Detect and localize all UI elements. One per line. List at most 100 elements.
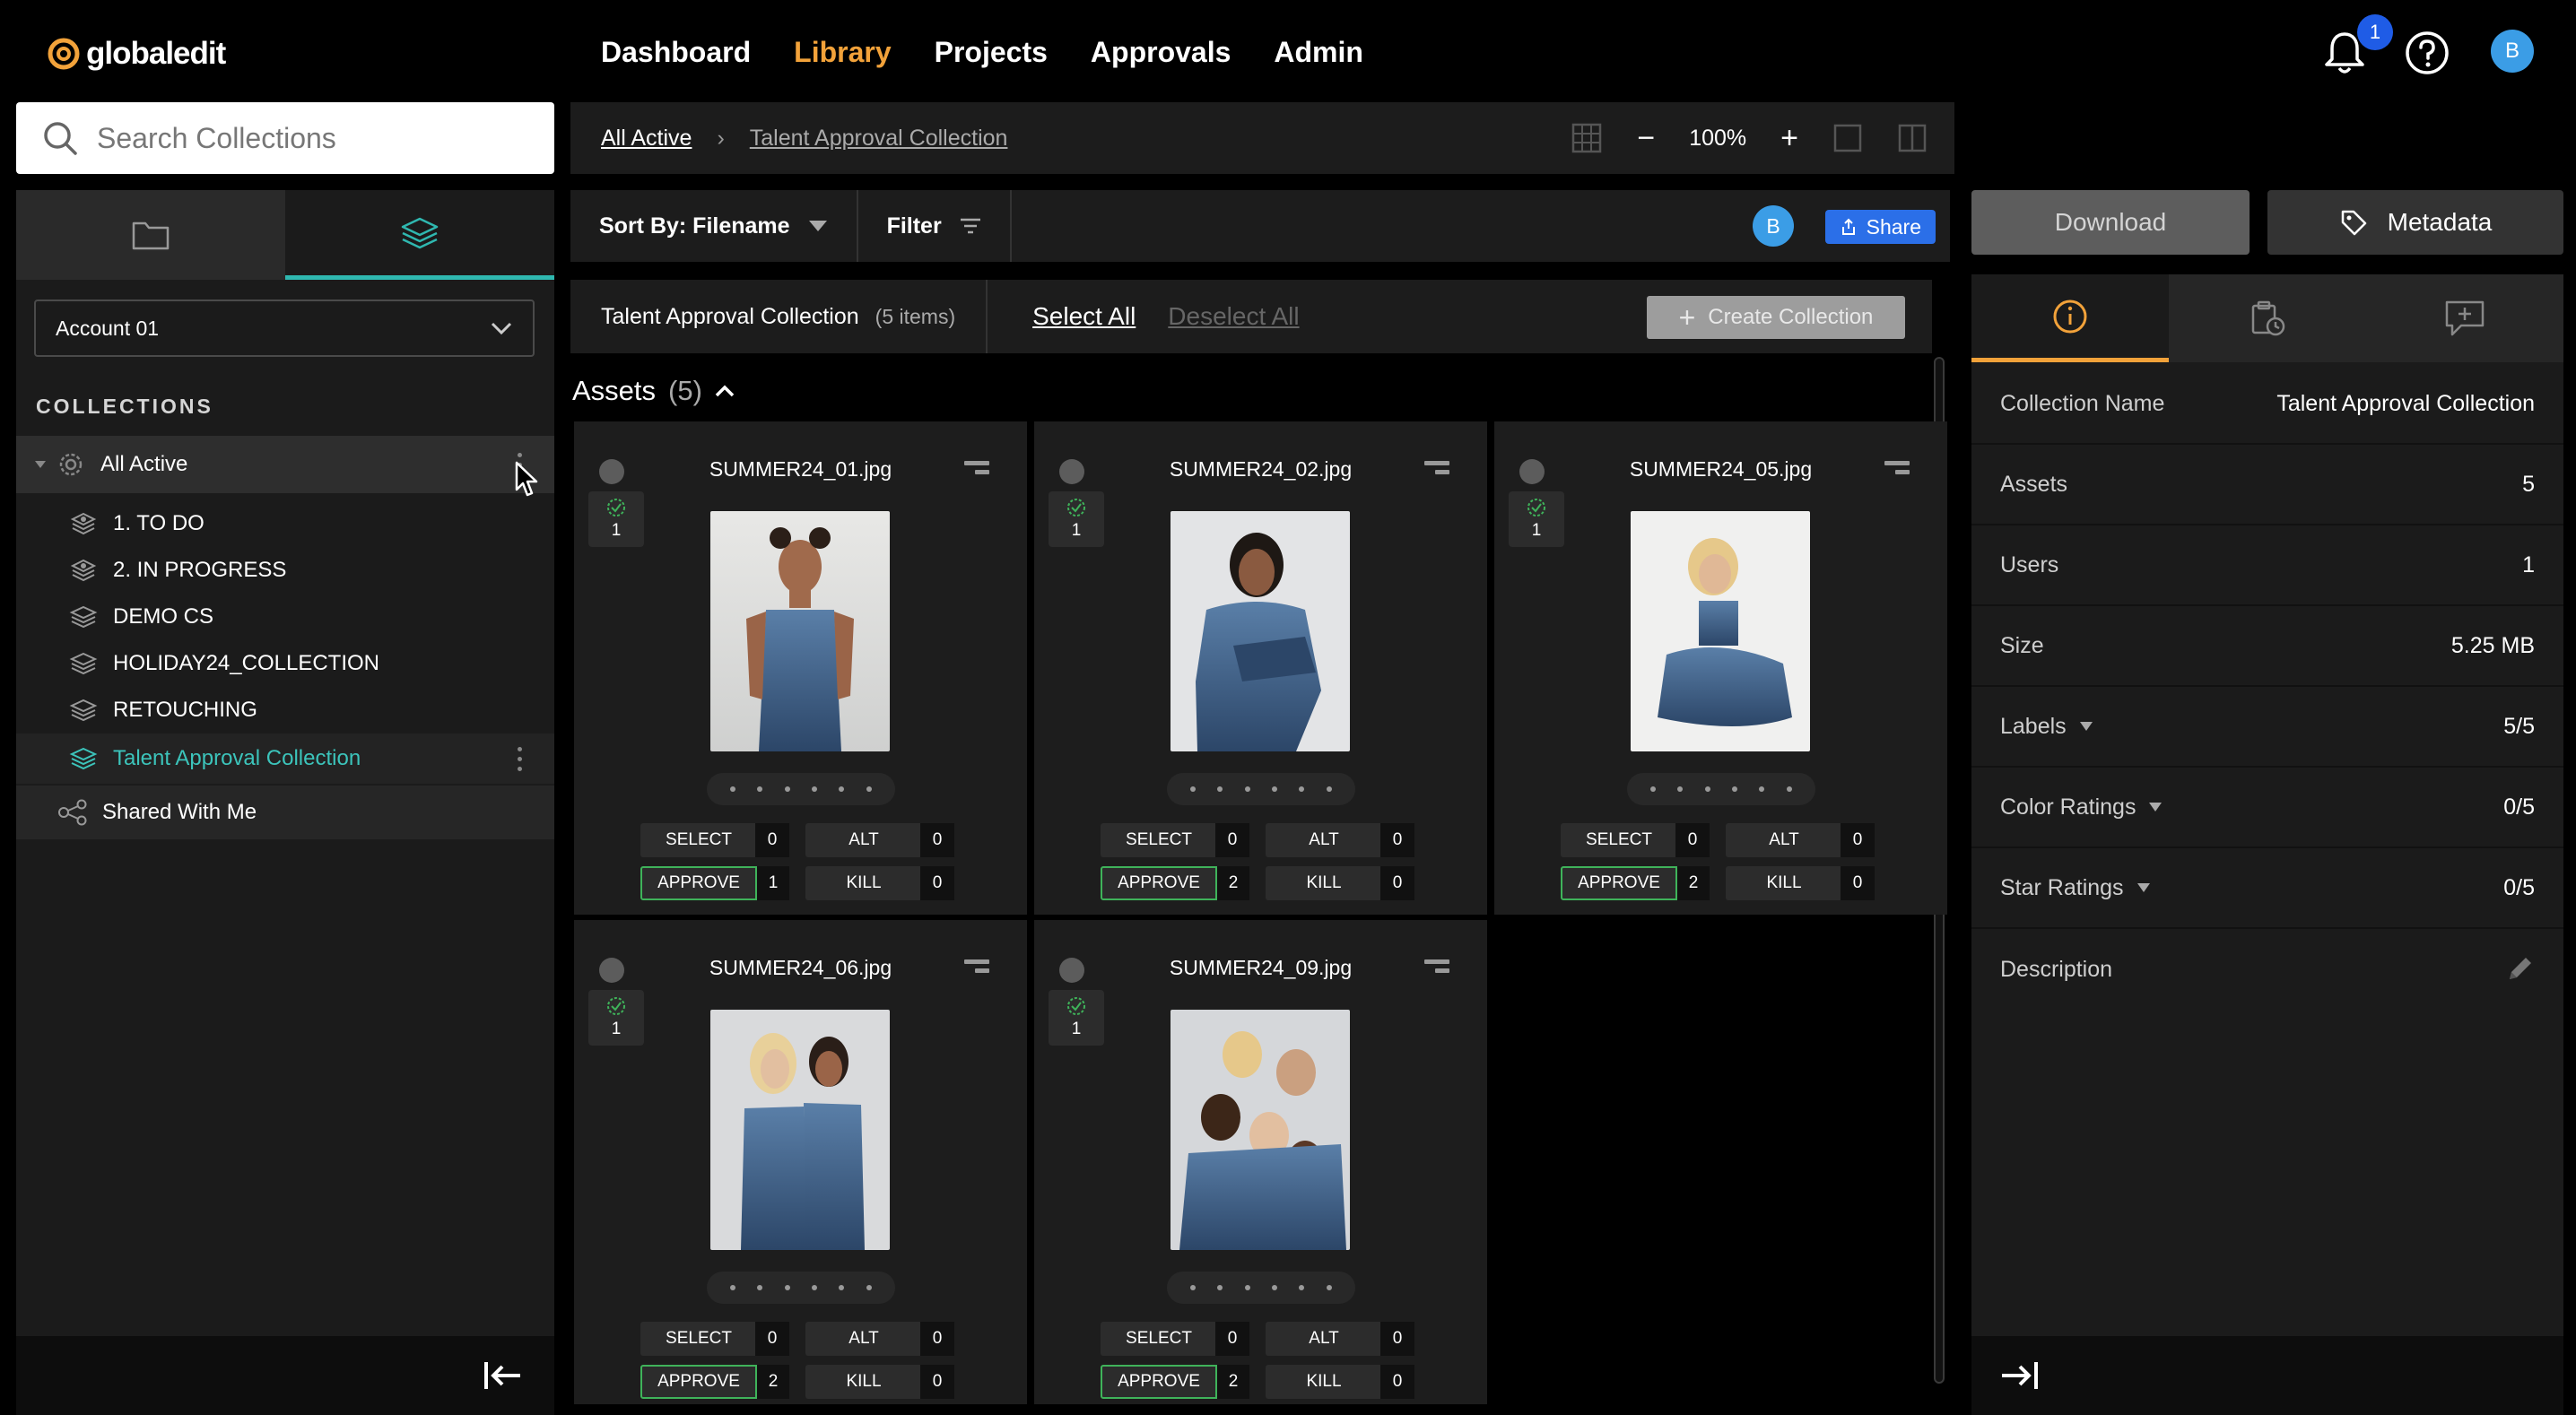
label-alt[interactable]: ALT 0 <box>1726 823 1875 857</box>
version-badge[interactable]: 1 <box>1509 491 1564 547</box>
filter-button[interactable]: Filter <box>858 190 1012 262</box>
asset-card[interactable]: SUMMER24_02.jpg 1 SELECT 0 ALT 0 APPROVE 2 … <box>1034 421 1487 915</box>
label-select[interactable]: SELECT 0 <box>1561 823 1710 857</box>
grid-view-icon[interactable] <box>1571 122 1603 154</box>
nav-dashboard[interactable]: Dashboard <box>601 36 751 69</box>
help-button[interactable] <box>2404 30 2450 76</box>
share-button[interactable]: Share <box>1824 210 1936 244</box>
nav-admin[interactable]: Admin <box>1274 36 1363 69</box>
label-alt[interactable]: ALT 0 <box>805 823 954 857</box>
more-options-icon[interactable] <box>518 746 522 771</box>
card-menu-icon[interactable] <box>1424 959 1449 977</box>
sidebar-item-retouching[interactable]: RETOUCHING <box>16 687 554 734</box>
user-avatar[interactable]: B <box>2491 30 2534 73</box>
caret-down-icon[interactable] <box>2148 802 2163 812</box>
pencil-icon[interactable] <box>2504 954 2535 985</box>
tab-folders[interactable] <box>16 190 285 280</box>
nav-approvals[interactable]: Approvals <box>1091 36 1231 69</box>
single-view-icon[interactable] <box>1832 123 1863 153</box>
label-kill[interactable]: KILL 0 <box>805 1365 954 1399</box>
label-approve[interactable]: APPROVE 2 <box>1561 866 1710 900</box>
version-badge[interactable]: 1 <box>1049 990 1104 1046</box>
zoom-in-button[interactable]: + <box>1780 121 1798 156</box>
label-kill[interactable]: KILL 0 <box>805 866 954 900</box>
card-menu-icon[interactable] <box>964 461 989 479</box>
label-approve[interactable]: APPROVE 2 <box>1101 1365 1249 1399</box>
asset-thumbnail[interactable] <box>1631 511 1810 751</box>
tab-info[interactable] <box>1971 274 2169 362</box>
card-menu-icon[interactable] <box>1424 461 1449 479</box>
tab-collections[interactable] <box>285 190 554 280</box>
label-select[interactable]: SELECT 0 <box>1101 823 1249 857</box>
search-collections[interactable] <box>16 102 554 174</box>
caret-down-icon[interactable] <box>2079 721 2093 732</box>
asset-card[interactable]: SUMMER24_05.jpg 1 SELECT 0 ALT 0 APPROVE 2 … <box>1494 421 1947 915</box>
label-kill[interactable]: KILL 0 <box>1266 866 1414 900</box>
tab-comments[interactable] <box>2366 274 2563 362</box>
label-select[interactable]: SELECT 0 <box>640 823 789 857</box>
caret-down-icon[interactable] <box>34 460 47 469</box>
compare-view-icon[interactable] <box>1897 123 1928 153</box>
deselect-all-link[interactable]: Deselect All <box>1168 302 1299 331</box>
brand-logo[interactable]: globaledit <box>45 27 226 81</box>
download-button[interactable]: Download <box>1971 190 2250 255</box>
sort-dropdown[interactable]: Sort By: Filename <box>570 190 858 262</box>
asset-card[interactable]: SUMMER24_09.jpg 1 SELECT 0 ALT 0 APPROVE 2 … <box>1034 920 1487 1404</box>
asset-thumbnail[interactable] <box>710 1010 890 1250</box>
label-select[interactable]: SELECT 0 <box>1101 1322 1249 1356</box>
caret-down-icon[interactable] <box>2137 882 2151 893</box>
collections-panel: Account 01 COLLECTIONS All Active 1. TO … <box>16 190 554 1336</box>
detail-labels[interactable]: Labels 5/5 <box>1971 687 2563 768</box>
label-kill[interactable]: KILL 0 <box>1726 866 1875 900</box>
label-approve[interactable]: APPROVE 2 <box>640 1365 789 1399</box>
label-alt[interactable]: ALT 0 <box>1266 1322 1414 1356</box>
rating-dots[interactable] <box>707 1272 895 1304</box>
label-kill[interactable]: KILL 0 <box>1266 1365 1414 1399</box>
collapse-left-icon[interactable] <box>483 1359 522 1392</box>
asset-card[interactable]: SUMMER24_01.jpg 1 SELECT 0 ALT 0 APPROVE 1 … <box>574 421 1027 915</box>
sidebar-item-holiday24[interactable]: HOLIDAY24_COLLECTION <box>16 640 554 687</box>
rating-dots[interactable] <box>1167 773 1355 805</box>
breadcrumb-root[interactable]: All Active <box>601 126 692 152</box>
detail-color-ratings[interactable]: Color Ratings 0/5 <box>1971 768 2563 848</box>
label-approve[interactable]: APPROVE 1 <box>640 866 789 900</box>
asset-thumbnail[interactable] <box>1171 511 1350 751</box>
nav-library[interactable]: Library <box>794 36 891 69</box>
sidebar-item-talent-approval[interactable]: Talent Approval Collection <box>16 734 554 784</box>
rating-dots[interactable] <box>1167 1272 1355 1304</box>
account-select[interactable]: Account 01 <box>34 299 535 357</box>
zoom-out-button[interactable]: − <box>1637 121 1655 156</box>
label-alt[interactable]: ALT 0 <box>805 1322 954 1356</box>
collaborator-avatar[interactable]: B <box>1753 205 1794 247</box>
sidebar-item-shared[interactable]: Shared With Me <box>16 786 554 839</box>
version-badge[interactable]: 1 <box>588 491 644 547</box>
select-all-link[interactable]: Select All <box>1032 302 1136 331</box>
asset-thumbnail[interactable] <box>710 511 890 751</box>
sidebar-item-todo[interactable]: 1. TO DO <box>16 500 554 547</box>
breadcrumb-current[interactable]: Talent Approval Collection <box>750 126 1008 152</box>
rating-dots[interactable] <box>707 773 895 805</box>
detail-star-ratings[interactable]: Star Ratings 0/5 <box>1971 848 2563 929</box>
card-menu-icon[interactable] <box>964 959 989 977</box>
assets-heading[interactable]: Assets (5) <box>572 375 735 407</box>
rating-dots[interactable] <box>1627 773 1815 805</box>
label-text: SELECT <box>666 1329 732 1348</box>
label-approve[interactable]: APPROVE 2 <box>1101 866 1249 900</box>
create-collection-button[interactable]: + Create Collection <box>1647 296 1905 339</box>
nav-projects[interactable]: Projects <box>935 36 1048 69</box>
label-select[interactable]: SELECT 0 <box>640 1322 789 1356</box>
sidebar-item-all-active[interactable]: All Active <box>16 436 554 493</box>
label-alt[interactable]: ALT 0 <box>1266 823 1414 857</box>
asset-thumbnail[interactable] <box>1171 1010 1350 1250</box>
tab-activity[interactable] <box>2169 274 2366 362</box>
version-badge[interactable]: 1 <box>1049 491 1104 547</box>
asset-card[interactable]: SUMMER24_06.jpg 1 SELECT 0 ALT 0 APPROVE 2 … <box>574 920 1027 1404</box>
version-badge[interactable]: 1 <box>588 990 644 1046</box>
card-menu-icon[interactable] <box>1884 461 1910 479</box>
sidebar-item-in-progress[interactable]: 2. IN PROGRESS <box>16 547 554 594</box>
search-input[interactable] <box>97 121 527 155</box>
sidebar-item-demo-cs[interactable]: DEMO CS <box>16 594 554 640</box>
metadata-button[interactable]: Metadata <box>2267 190 2563 255</box>
label-count: 0 <box>1841 866 1875 900</box>
collapse-right-icon[interactable] <box>2000 1359 2040 1392</box>
